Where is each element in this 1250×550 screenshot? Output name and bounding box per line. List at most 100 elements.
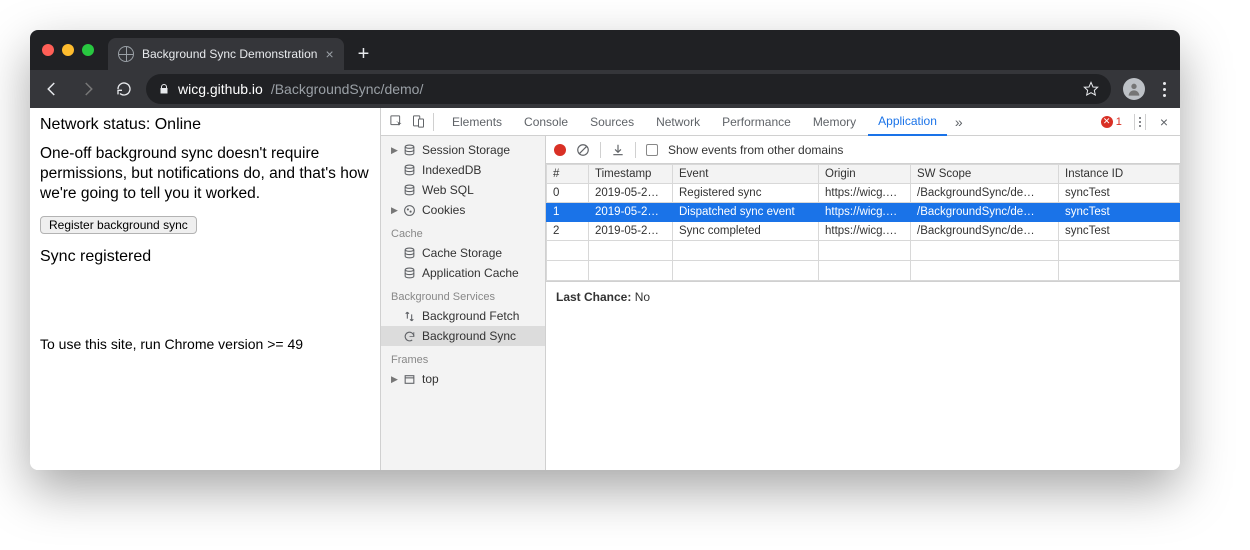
address-bar[interactable]: wicg.github.io/BackgroundSync/demo/ bbox=[146, 74, 1111, 104]
clear-icon[interactable] bbox=[576, 143, 590, 157]
close-window-button[interactable] bbox=[42, 44, 54, 56]
expand-arrow-icon[interactable]: ▶ bbox=[391, 205, 398, 216]
expand-arrow-icon[interactable]: ▶ bbox=[391, 374, 398, 385]
profile-avatar[interactable] bbox=[1123, 78, 1145, 100]
sidebar-item-cache-storage[interactable]: Cache Storage bbox=[381, 243, 545, 263]
devtools-main: Show events from other domains # Timesta… bbox=[546, 136, 1180, 470]
table-cell: syncTest bbox=[1059, 203, 1180, 222]
sidebar-item-background-sync[interactable]: Background Sync bbox=[381, 326, 545, 346]
page-description: One-off background sync doesn't require … bbox=[40, 144, 370, 204]
minimize-window-button[interactable] bbox=[62, 44, 74, 56]
tab-sources[interactable]: Sources bbox=[580, 108, 644, 136]
tab-performance[interactable]: Performance bbox=[712, 108, 801, 136]
record-button[interactable] bbox=[554, 144, 566, 156]
tab-application[interactable]: Application bbox=[868, 108, 947, 136]
browser-tab[interactable]: Background Sync Demonstration × bbox=[108, 38, 344, 70]
col-sw-scope[interactable]: SW Scope bbox=[911, 165, 1059, 184]
forward-button[interactable] bbox=[74, 75, 102, 103]
devtools-menu-button[interactable] bbox=[1134, 114, 1146, 130]
download-icon[interactable] bbox=[611, 143, 625, 157]
col-event[interactable]: Event bbox=[673, 165, 819, 184]
cookie-icon bbox=[403, 204, 416, 217]
application-sidebar: ▶ Session Storage IndexedDB Web SQL ▶ bbox=[381, 136, 546, 470]
expand-arrow-icon[interactable]: ▶ bbox=[391, 145, 398, 156]
sidebar-item-indexeddb[interactable]: IndexedDB bbox=[381, 160, 545, 180]
close-devtools-icon[interactable]: × bbox=[1154, 114, 1174, 130]
device-toolbar-icon[interactable] bbox=[409, 113, 427, 131]
col-timestamp[interactable]: Timestamp bbox=[589, 165, 673, 184]
close-tab-icon[interactable]: × bbox=[325, 47, 333, 61]
table-cell: https://wicg.… bbox=[819, 184, 911, 203]
register-sync-button[interactable]: Register background sync bbox=[40, 216, 197, 234]
content-area: Network status: Online One-off backgroun… bbox=[30, 108, 1180, 470]
sidebar-item-frame-top[interactable]: ▶ top bbox=[381, 369, 545, 389]
tab-network[interactable]: Network bbox=[646, 108, 710, 136]
page-content: Network status: Online One-off backgroun… bbox=[30, 108, 380, 470]
error-indicator[interactable]: ✕ 1 bbox=[1101, 116, 1128, 128]
database-icon bbox=[403, 184, 416, 197]
sidebar-label: Background Sync bbox=[422, 329, 516, 343]
devtools-tabbar: Elements Console Sources Network Perform… bbox=[381, 108, 1180, 136]
table-cell: /BackgroundSync/de… bbox=[911, 203, 1059, 222]
sidebar-item-websql[interactable]: Web SQL bbox=[381, 180, 545, 200]
detail-key: Last Chance: bbox=[556, 290, 631, 304]
network-status-value: Online bbox=[155, 116, 201, 133]
network-status-label: Network status: bbox=[40, 116, 150, 133]
table-row bbox=[547, 241, 1180, 261]
new-tab-button[interactable]: + bbox=[344, 43, 384, 66]
tab-console[interactable]: Console bbox=[514, 108, 578, 136]
browser-window: Background Sync Demonstration × + wicg.g… bbox=[30, 30, 1180, 470]
window-controls bbox=[42, 44, 94, 56]
back-button[interactable] bbox=[38, 75, 66, 103]
events-table: # Timestamp Event Origin SW Scope Instan… bbox=[546, 164, 1180, 281]
frame-icon bbox=[403, 373, 416, 386]
table-row[interactable]: 22019-05-2…Sync completedhttps://wicg.…/… bbox=[547, 222, 1180, 241]
sidebar-item-application-cache[interactable]: Application Cache bbox=[381, 263, 545, 283]
sync-status: Sync registered bbox=[40, 248, 370, 266]
error-count: 1 bbox=[1116, 116, 1122, 128]
table-cell: /BackgroundSync/de… bbox=[911, 222, 1059, 241]
error-icon: ✕ bbox=[1101, 116, 1113, 128]
tab-title: Background Sync Demonstration bbox=[142, 47, 317, 61]
sidebar-item-session-storage[interactable]: ▶ Session Storage bbox=[381, 140, 545, 160]
lock-icon bbox=[158, 83, 170, 95]
globe-icon bbox=[118, 46, 134, 62]
tab-elements[interactable]: Elements bbox=[442, 108, 512, 136]
table-cell: Registered sync bbox=[673, 184, 819, 203]
show-other-domains-checkbox[interactable] bbox=[646, 144, 658, 156]
table-cell: Dispatched sync event bbox=[673, 203, 819, 222]
table-cell: 0 bbox=[547, 184, 589, 203]
table-cell: 2019-05-2… bbox=[589, 203, 673, 222]
sidebar-label: IndexedDB bbox=[422, 163, 481, 177]
sidebar-item-cookies[interactable]: ▶ Cookies bbox=[381, 200, 545, 220]
database-icon bbox=[403, 144, 416, 157]
tab-memory[interactable]: Memory bbox=[803, 108, 866, 136]
sidebar-item-background-fetch[interactable]: Background Fetch bbox=[381, 306, 545, 326]
sidebar-category-background-services: Background Services bbox=[381, 283, 545, 306]
bookmark-star-icon[interactable] bbox=[1083, 81, 1099, 97]
browser-toolbar: wicg.github.io/BackgroundSync/demo/ bbox=[30, 70, 1180, 108]
table-row[interactable]: 02019-05-2…Registered synchttps://wicg.…… bbox=[547, 184, 1180, 203]
more-tabs-icon[interactable]: » bbox=[949, 114, 969, 130]
reload-button[interactable] bbox=[110, 75, 138, 103]
sidebar-label: Background Fetch bbox=[422, 309, 519, 323]
sidebar-label: Cache Storage bbox=[422, 246, 502, 260]
database-icon bbox=[403, 164, 416, 177]
inspect-element-icon[interactable] bbox=[387, 113, 405, 131]
titlebar: Background Sync Demonstration × + bbox=[30, 30, 1180, 70]
col-index[interactable]: # bbox=[547, 165, 589, 184]
network-status: Network status: Online bbox=[40, 116, 370, 134]
show-other-domains-label: Show events from other domains bbox=[668, 143, 843, 157]
col-origin[interactable]: Origin bbox=[819, 165, 911, 184]
sidebar-category-cache: Cache bbox=[381, 220, 545, 243]
version-note: To use this site, run Chrome version >= … bbox=[40, 336, 370, 352]
table-row[interactable]: 12019-05-2…Dispatched sync eventhttps://… bbox=[547, 203, 1180, 222]
toolbar-divider bbox=[600, 142, 601, 158]
col-instance-id[interactable]: Instance ID bbox=[1059, 165, 1180, 184]
table-cell: 2 bbox=[547, 222, 589, 241]
sidebar-label: Session Storage bbox=[422, 143, 510, 157]
browser-menu-button[interactable] bbox=[1157, 82, 1172, 97]
table-cell: https://wicg.… bbox=[819, 222, 911, 241]
maximize-window-button[interactable] bbox=[82, 44, 94, 56]
sidebar-label: top bbox=[422, 372, 439, 386]
